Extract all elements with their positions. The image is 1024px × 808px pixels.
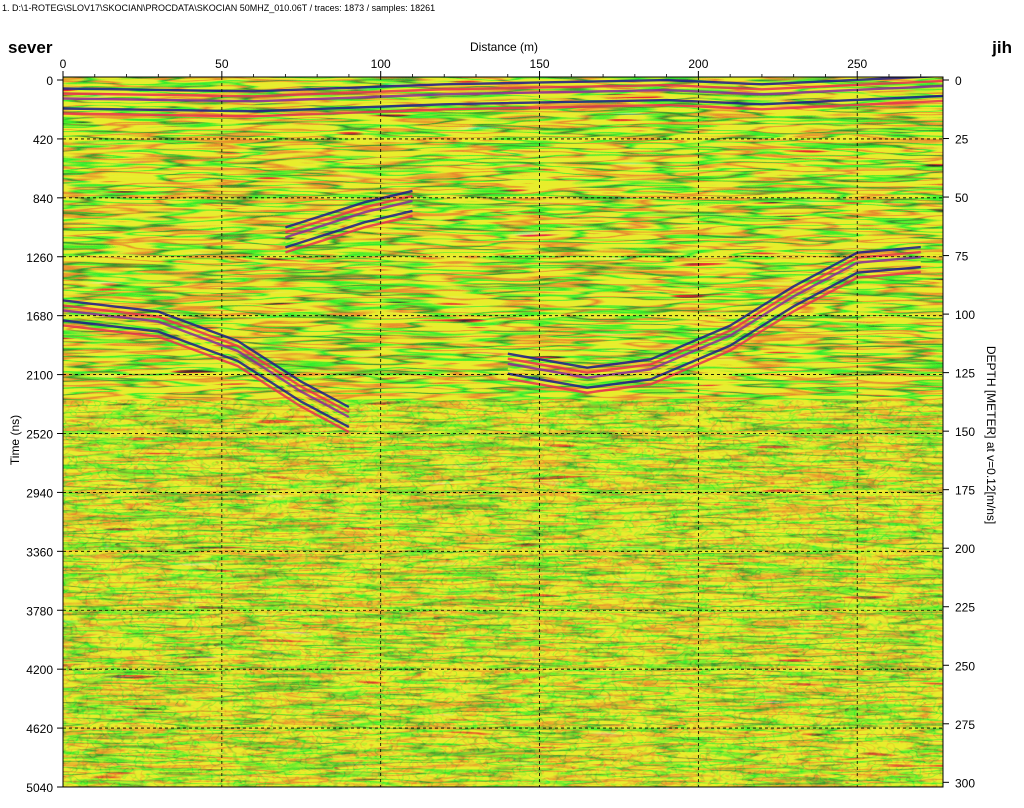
x-tick-label: 50 [215,57,229,71]
y-tick-label: 2940 [26,486,53,500]
x-tick-label: 250 [847,57,867,71]
y2-tick-label: 225 [955,601,975,615]
y2-tick-label: 175 [955,484,975,498]
y2-tick-label: 25 [955,133,969,147]
radar-texture-deep [63,400,943,787]
y2-tick-label: 0 [955,74,962,88]
y2-tick-label: 200 [955,542,975,556]
y-tick-label: 0 [46,74,53,88]
y-tick-label: 5040 [26,781,53,795]
x-axis-title: Distance (m) [470,40,538,54]
y-tick-label: 840 [33,192,53,206]
y-tick-label: 2520 [26,428,53,442]
y-axis-depth: 0 25 50 75 100 125 150 175 200 225 250 275 300 [943,74,975,790]
y-axis-title: Time (ns) [8,415,22,465]
plot-area [63,77,943,787]
y-tick-label: 3360 [26,545,53,559]
radargram-chart: 0 50 100 150 200 250 042084012601680210025202… [8,40,998,795]
y-tick-label: 420 [33,133,53,147]
y-tick-label: 2100 [26,369,53,383]
x-tick-label: 200 [688,57,708,71]
y2-tick-label: 300 [955,776,975,790]
y-axis-time: 0 420 840 1260 1680 2100 2520 2940 3360 3780 4200 4… [26,74,63,795]
y2-tick-label: 150 [955,425,975,439]
y-tick-label: 4200 [26,663,53,677]
x-axis: 0 50 100 150 200 250 [60,57,922,77]
x-tick-label: 150 [530,57,550,71]
y2-tick-label: 250 [955,659,975,673]
y-tick-label: 4620 [26,722,53,736]
x-tick-label: 0 [60,57,67,71]
y-tick-label: 3780 [26,604,53,618]
y2-tick-label: 125 [955,367,975,381]
y2-tick-label: 275 [955,718,975,732]
y2-tick-label: 75 [955,250,969,264]
y-tick-label: 1680 [26,310,53,324]
y2-tick-label: 100 [955,308,975,322]
y-tick-label: 1260 [26,251,53,265]
y2-axis-title: DEPTH [METER] at v=0.12[m/ns] [984,346,998,524]
x-tick-label: 100 [371,57,391,71]
y2-tick-label: 50 [955,191,969,205]
